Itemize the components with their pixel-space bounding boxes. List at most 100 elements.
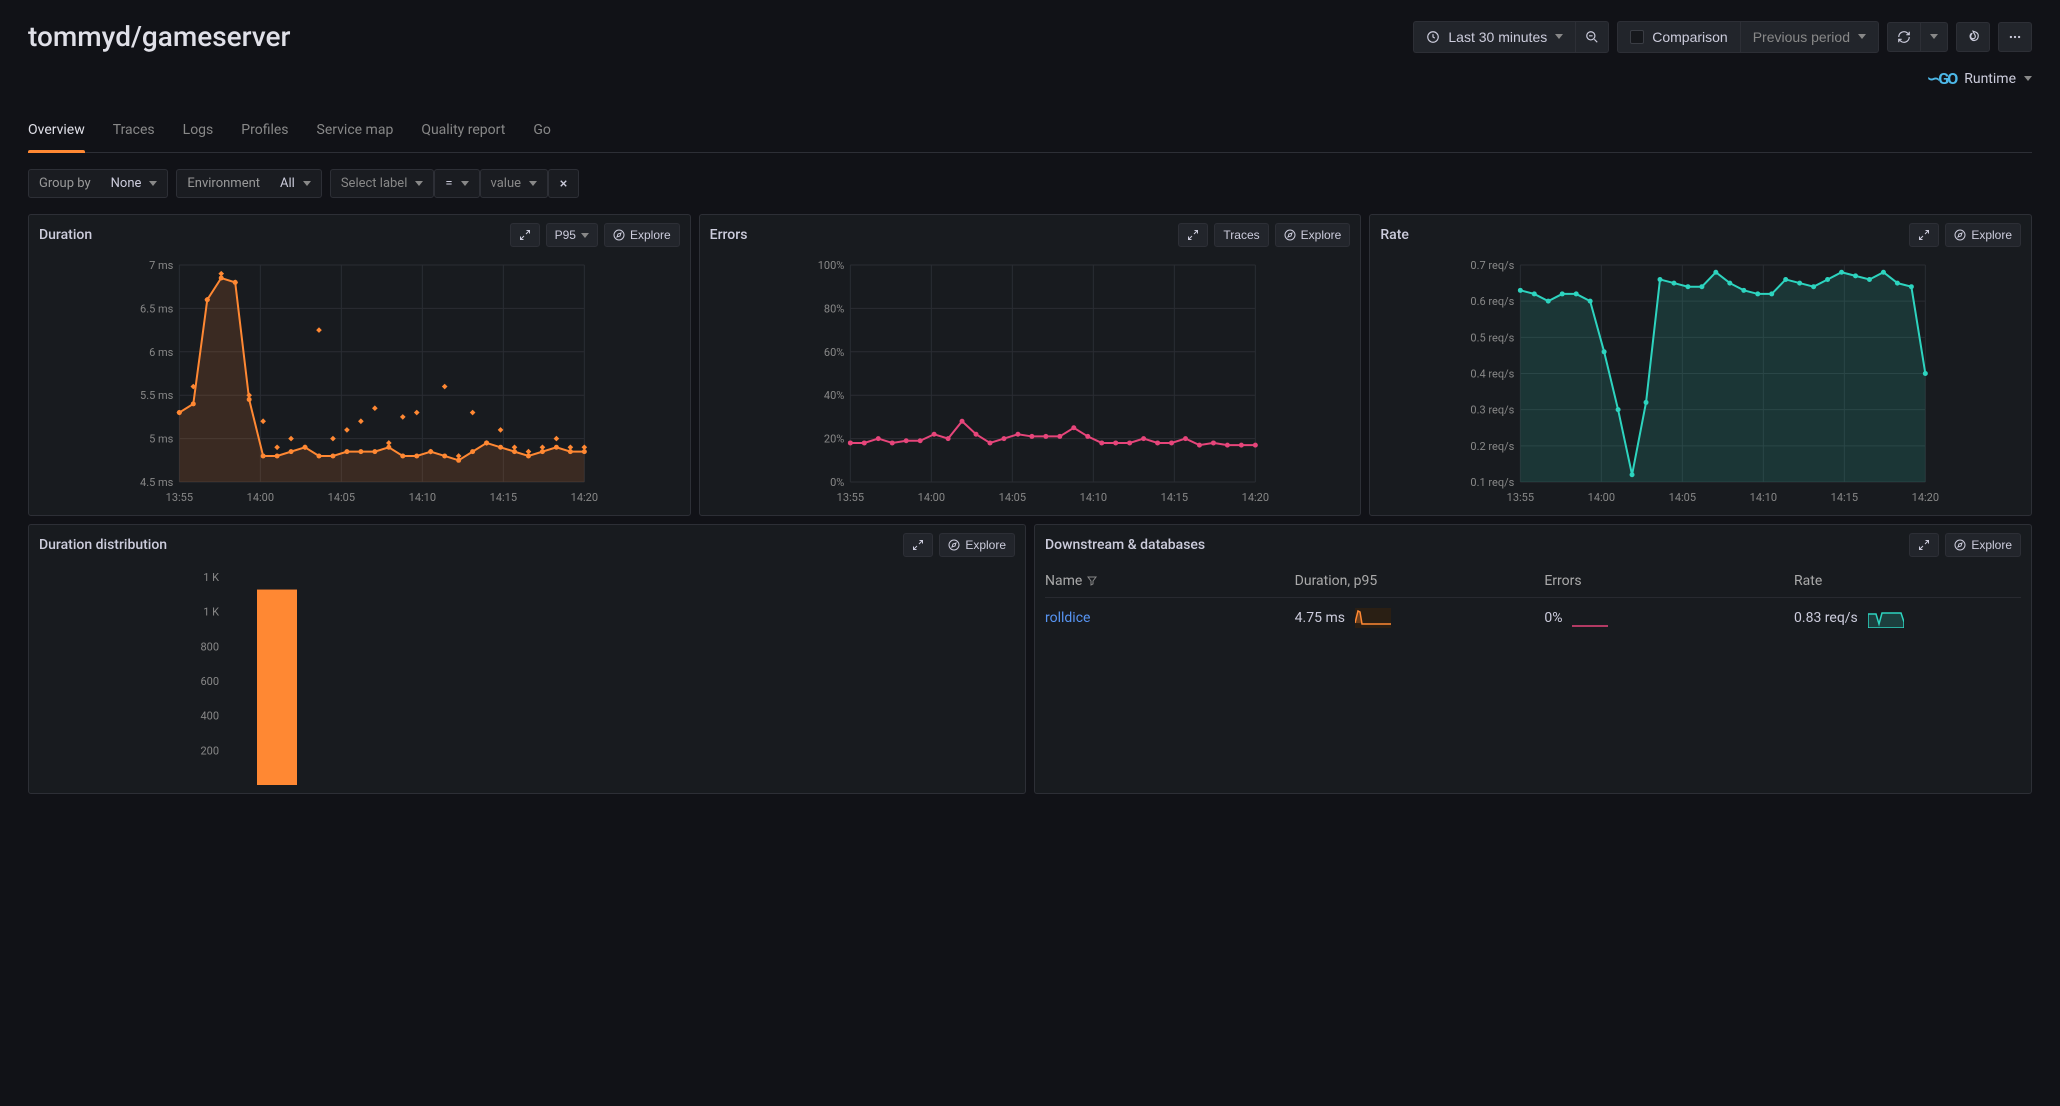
- clock-icon: [1426, 30, 1440, 44]
- svg-text:80%: 80%: [824, 302, 844, 315]
- svg-text:13:55: 13:55: [166, 491, 193, 504]
- svg-text:14:10: 14:10: [1750, 491, 1777, 504]
- errors-sparkline: [1572, 608, 1608, 628]
- svg-text:0.7 req/s: 0.7 req/s: [1471, 259, 1515, 272]
- table-header: Name Duration, p95 Errors Rate: [1045, 565, 2021, 598]
- distribution-chart[interactable]: 2004006008001 K1 K: [39, 565, 1015, 785]
- expand-button[interactable]: [1909, 533, 1939, 557]
- zoom-out-button[interactable]: [1575, 21, 1609, 53]
- svg-text:14:00: 14:00: [1588, 491, 1615, 504]
- svg-text:5.5 ms: 5.5 ms: [140, 389, 174, 402]
- tab-overview[interactable]: Overview: [28, 112, 85, 152]
- svg-text:0.2 req/s: 0.2 req/s: [1471, 440, 1515, 453]
- svg-text:800: 800: [200, 640, 219, 653]
- group-by-label: Group by: [29, 170, 101, 197]
- flame-icon: [1966, 30, 1980, 44]
- svg-text:40%: 40%: [824, 389, 844, 402]
- clear-filter-button[interactable]: [548, 169, 579, 198]
- tab-go[interactable]: Go: [533, 112, 551, 152]
- tab-quality-report[interactable]: Quality report: [421, 112, 505, 152]
- header-toolbar: Last 30 minutes Comparison Previous peri…: [1413, 21, 2032, 53]
- tab-logs[interactable]: Logs: [183, 112, 214, 152]
- comparison-toggle[interactable]: Comparison: [1617, 21, 1739, 53]
- svg-text:14:20: 14:20: [1241, 491, 1268, 504]
- explore-button[interactable]: Explore: [604, 223, 680, 247]
- expand-button[interactable]: [1178, 223, 1208, 247]
- svg-text:14:15: 14:15: [1160, 491, 1187, 504]
- errors-chart[interactable]: 0%20%40%60%80%100%13:5514:0014:0514:1014…: [710, 255, 1351, 507]
- downstream-panel: Downstream & databases Explore Name Dura…: [1034, 524, 2032, 794]
- svg-text:14:05: 14:05: [998, 491, 1025, 504]
- panel-title: Duration: [39, 227, 92, 243]
- traces-button[interactable]: Traces: [1214, 223, 1268, 247]
- value-select[interactable]: value: [480, 169, 549, 198]
- refresh-button[interactable]: [1887, 22, 1920, 52]
- errors-panel: Errors Traces Explore 0%20%40%60%80%100%…: [699, 214, 1362, 516]
- explore-button[interactable]: Explore: [1945, 533, 2021, 557]
- tab-bar: Overview Traces Logs Profiles Service ma…: [28, 112, 2032, 153]
- runtime-selector[interactable]: ∽GO Runtime: [1927, 69, 2032, 88]
- chevron-down-icon: [415, 181, 423, 186]
- environment-label: Environment: [177, 170, 270, 197]
- metric-select[interactable]: P95: [546, 223, 598, 247]
- svg-text:6.5 ms: 6.5 ms: [140, 302, 174, 315]
- filter-icon[interactable]: [1086, 575, 1098, 587]
- chevron-down-icon: [1930, 34, 1938, 39]
- service-link[interactable]: rolldice: [1045, 610, 1090, 626]
- go-lang-icon: ∽GO: [1927, 69, 1956, 88]
- label-select[interactable]: Select label: [330, 169, 435, 198]
- filter-bar: Group by None Environment All Select lab…: [28, 169, 2032, 198]
- environment-select[interactable]: All: [270, 170, 321, 197]
- expand-icon: [1918, 229, 1930, 241]
- tab-profiles[interactable]: Profiles: [241, 112, 288, 152]
- svg-text:0.1 req/s: 0.1 req/s: [1471, 476, 1515, 489]
- rate-panel: Rate Explore 0.1 req/s 0.2 req/s 0.3 req/s…: [1369, 214, 2032, 516]
- flame-button[interactable]: [1956, 22, 1990, 52]
- svg-text:14:20: 14:20: [1912, 491, 1939, 504]
- chevron-down-icon: [581, 233, 589, 238]
- svg-text:1 K: 1 K: [203, 571, 219, 584]
- chevron-down-icon: [1858, 34, 1866, 39]
- chevron-down-icon: [149, 181, 157, 186]
- rate-sparkline: [1868, 608, 1904, 628]
- expand-icon: [1918, 539, 1930, 551]
- expand-icon: [1187, 229, 1199, 241]
- panel-title: Errors: [710, 227, 748, 243]
- svg-text:0%: 0%: [830, 476, 844, 489]
- operator-select[interactable]: =: [434, 169, 479, 198]
- tab-service-map[interactable]: Service map: [317, 112, 394, 152]
- svg-text:600: 600: [200, 675, 219, 688]
- duration-chart[interactable]: 4.5 ms5 ms5.5 ms6 ms6.5 ms7 ms13:5514:00…: [39, 255, 680, 507]
- explore-button[interactable]: Explore: [1275, 223, 1351, 247]
- more-menu-button[interactable]: [1998, 22, 2032, 52]
- svg-text:0.3 req/s: 0.3 req/s: [1471, 404, 1515, 417]
- compass-icon: [1954, 229, 1966, 241]
- svg-text:5 ms: 5 ms: [149, 433, 174, 446]
- svg-text:14:00: 14:00: [247, 491, 274, 504]
- expand-button[interactable]: [510, 223, 540, 247]
- svg-text:13:55: 13:55: [836, 491, 863, 504]
- table-row[interactable]: rolldice 4.75 ms 0% 0.83 req/s: [1045, 598, 2021, 638]
- time-range-picker[interactable]: Last 30 minutes: [1413, 21, 1575, 53]
- tab-traces[interactable]: Traces: [113, 112, 155, 152]
- expand-button[interactable]: [1909, 223, 1939, 247]
- refresh-interval-select[interactable]: [1920, 22, 1948, 52]
- svg-text:0.4 req/s: 0.4 req/s: [1471, 368, 1515, 381]
- close-icon: [558, 178, 569, 189]
- svg-text:0.6 req/s: 0.6 req/s: [1471, 295, 1515, 308]
- checkbox-icon: [1630, 30, 1644, 44]
- panel-title: Rate: [1380, 227, 1409, 243]
- compass-icon: [1954, 539, 1966, 551]
- explore-button[interactable]: Explore: [1945, 223, 2021, 247]
- explore-button[interactable]: Explore: [939, 533, 1015, 557]
- svg-text:14:10: 14:10: [1079, 491, 1106, 504]
- rate-chart[interactable]: 0.1 req/s 0.2 req/s 0.3 req/s 0.4 req/s 0.5 …: [1380, 255, 2021, 507]
- svg-text:200: 200: [200, 744, 219, 757]
- svg-text:400: 400: [200, 710, 219, 723]
- svg-text:0.5 req/s: 0.5 req/s: [1471, 331, 1515, 344]
- svg-text:14:20: 14:20: [571, 491, 598, 504]
- comparison-period-select[interactable]: Previous period: [1740, 21, 1879, 53]
- group-by-select[interactable]: None: [101, 170, 168, 197]
- svg-text:14:05: 14:05: [328, 491, 355, 504]
- expand-button[interactable]: [903, 533, 933, 557]
